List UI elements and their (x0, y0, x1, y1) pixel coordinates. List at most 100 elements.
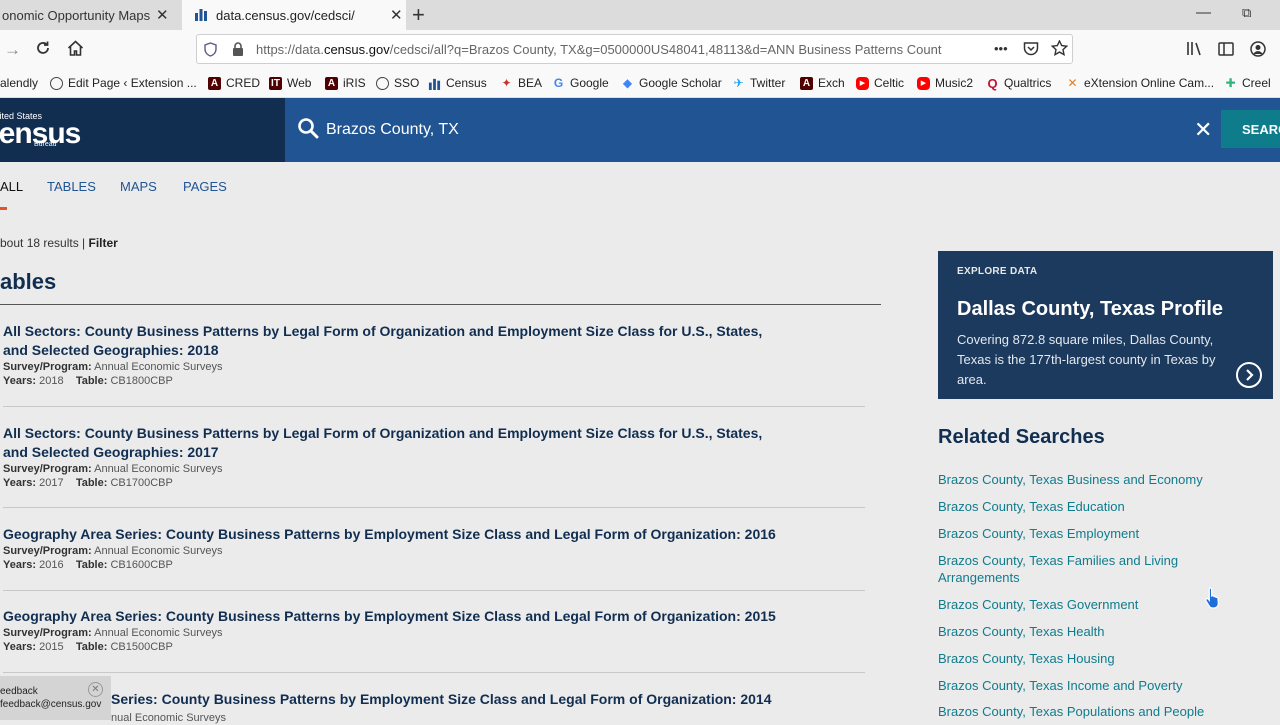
shield-icon[interactable] (204, 42, 217, 62)
url-text[interactable]: https://data.census.gov/cedsci/all?q=Bra… (256, 42, 986, 57)
bookmark-label: Google Scholar (639, 76, 722, 90)
page-actions-button[interactable]: ••• (994, 41, 1008, 56)
browser-tab-census[interactable]: data.census.gov/cedsci/ ✕ (182, 0, 406, 30)
result-title[interactable]: All Sectors: County Business Patterns by… (3, 424, 783, 462)
lock-icon[interactable] (232, 42, 244, 61)
clear-search-icon[interactable]: ✕ (1194, 117, 1212, 143)
tab-all[interactable]: ALL (0, 179, 23, 194)
bookmark-label: Edit Page ‹ Extension ... (68, 76, 197, 90)
related-searches-title: Related Searches (938, 426, 1105, 448)
related-search-link[interactable]: Brazos County, Texas Housing (938, 650, 1238, 667)
bookmark-celtic[interactable]: ▶ Celtic (856, 76, 904, 90)
tab-maps[interactable]: MAPS (120, 179, 157, 194)
bookmark-label: iRIS (343, 76, 366, 90)
url-path: /cedsci/all?q=Brazos County, TX&g=050000… (389, 42, 942, 57)
bookmark-iris[interactable]: AiRIS (325, 76, 366, 90)
bookmark-qualtrics[interactable]: Q Qualtrics (986, 76, 1051, 90)
result-title[interactable]: Series: County Business Patterns by Empl… (111, 690, 861, 709)
related-search-link[interactable]: Brazos County, Texas Populations and Peo… (938, 703, 1238, 720)
bookmark-label: Qualtrics (1004, 76, 1052, 90)
meta-value: Annual Economic Surveys (94, 545, 223, 557)
related-search-link[interactable]: Brazos County, Texas Employment (938, 525, 1238, 542)
search-icon (297, 117, 319, 144)
result-survey: Survey/Program: Annual Economic Surveys (3, 462, 865, 476)
meta-label: Years: (3, 559, 37, 571)
filter-link[interactable]: Filter (89, 236, 118, 250)
reload-icon[interactable] (35, 40, 51, 61)
feedback-close-icon[interactable]: ✕ (88, 682, 103, 697)
result-item[interactable]: Geography Area Series: County Business P… (3, 525, 865, 572)
bookmark-star-icon[interactable] (1050, 39, 1069, 61)
tab-title: data.census.gov/cedsci/ (216, 7, 355, 23)
youtube-icon: ▶ (856, 76, 869, 90)
tab-close-icon[interactable]: ✕ (156, 6, 169, 24)
bookmark-extension[interactable]: ✕ eXtension Online Cam... (1066, 76, 1214, 90)
meta-label: Survey/Program: (3, 463, 92, 475)
meta-value: CB1700CBP (110, 477, 173, 489)
result-survey: nual Economic Surveys (111, 712, 226, 724)
bookmark-edit-page[interactable]: Edit Page ‹ Extension ... (50, 76, 197, 90)
bookmark-sso[interactable]: SSO (376, 76, 419, 90)
bookmark-label: BEA (518, 76, 543, 90)
result-item[interactable]: Geography Area Series: County Business P… (3, 607, 865, 654)
related-search-link[interactable]: Brazos County, Texas Health (938, 623, 1238, 640)
new-tab-button[interactable]: + (412, 2, 425, 28)
result-item[interactable]: Series: County Business Patterns by Empl… (111, 690, 861, 709)
explore-title[interactable]: Dallas County, Texas Profile (957, 298, 1223, 321)
window-minimize-button[interactable]: — (1196, 4, 1211, 21)
bookmark-cred[interactable]: A CRED (208, 76, 260, 90)
result-divider (3, 406, 865, 407)
bookmark-google-scholar[interactable]: ◆ Google Scholar (621, 76, 722, 90)
google-icon: G (553, 75, 564, 90)
related-search-link[interactable]: Brazos County, Texas Families and Living… (938, 552, 1208, 586)
search-button[interactable]: SEARCH (1221, 110, 1280, 148)
bookmark-twitter[interactable]: ✈ Twitter (732, 76, 785, 90)
tab-pages[interactable]: PAGES (183, 179, 227, 194)
section-title-tables: ables (0, 269, 57, 294)
browser-tab-economic-maps[interactable]: onomic Opportunity Maps | ✕ (0, 0, 182, 30)
tab-tables[interactable]: TABLES (47, 179, 96, 194)
search-input[interactable] (326, 121, 1026, 139)
pocket-icon[interactable] (1023, 41, 1039, 61)
tab-close-icon[interactable]: ✕ (390, 6, 403, 24)
bookmark-music2[interactable]: ▶ Music2 (917, 76, 973, 90)
bookmark-label: Music2 (935, 76, 974, 90)
meta-value: 2015 (39, 641, 64, 653)
result-item[interactable]: All Sectors: County Business Patterns by… (3, 424, 865, 490)
forward-arrow-icon[interactable]: → (4, 40, 21, 60)
related-search-link[interactable]: Brazos County, Texas Government (938, 596, 1238, 613)
bookmark-label: Web (287, 76, 312, 90)
meta-label: Survey/Program: (3, 545, 92, 557)
bookmark-web[interactable]: IT Web (269, 76, 311, 90)
bookmark-bea[interactable]: ✦ BEA (500, 76, 542, 90)
result-years-table: Years: 2017 Table: CB1700CBP (3, 476, 865, 490)
result-survey: Survey/Program: Annual Economic Surveys (3, 360, 865, 374)
meta-label: Years: (3, 641, 37, 653)
bookmark-census[interactable]: Census (428, 76, 487, 90)
result-title[interactable]: Geography Area Series: County Business P… (3, 525, 863, 544)
result-title[interactable]: Geography Area Series: County Business P… (3, 607, 863, 626)
bookmark-google[interactable]: G Google (552, 76, 609, 90)
meta-label: Table: (75, 559, 108, 571)
window-restore-button[interactable]: ⧉ (1242, 5, 1251, 21)
related-search-link[interactable]: Brazos County, Texas Income and Poverty (938, 677, 1238, 694)
related-search-link[interactable]: Brazos County, Texas Business and Econom… (938, 471, 1238, 488)
result-title[interactable]: All Sectors: County Business Patterns by… (3, 322, 783, 360)
account-icon[interactable] (1250, 41, 1266, 62)
home-icon[interactable] (67, 40, 84, 61)
bookmark-exch[interactable]: A Exch (800, 76, 845, 90)
twitter-icon: ✈ (733, 75, 744, 90)
result-item[interactable]: All Sectors: County Business Patterns by… (3, 322, 865, 388)
bookmark-label: CRED (226, 76, 261, 90)
sidebar-icon[interactable] (1218, 42, 1234, 61)
meta-value: CB1800CBP (110, 375, 173, 387)
bookmark-creel[interactable]: ✚ Creel (1224, 76, 1270, 90)
results-count: bout 18 results | Filter (0, 236, 118, 250)
feedback-email[interactable]: feedback@census.gov (0, 699, 101, 710)
library-icon[interactable] (1186, 41, 1203, 61)
related-search-link[interactable]: Brazos County, Texas Education (938, 498, 1238, 515)
bookmark-calendly[interactable]: alendly (0, 76, 38, 90)
chevron-right-icon[interactable] (1236, 362, 1262, 388)
bookmark-label: alendly (0, 76, 39, 90)
meta-value: CB1500CBP (110, 641, 173, 653)
